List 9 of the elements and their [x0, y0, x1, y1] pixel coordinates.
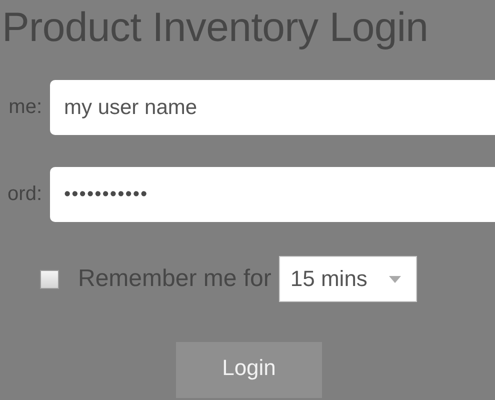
caret-icon	[389, 276, 402, 282]
duration-dropdown[interactable]: 15 mins	[279, 256, 418, 302]
field-label: ord:	[6, 183, 42, 206]
remember-checkbox[interactable]	[40, 270, 59, 288]
remember-label: Remember me for	[78, 265, 272, 293]
field-label: me:	[8, 96, 42, 119]
password-field[interactable]: •••••••••••	[50, 167, 495, 222]
login-title: Product Inventory Login	[1, 3, 428, 52]
username-field[interactable]: my user name	[50, 80, 495, 135]
